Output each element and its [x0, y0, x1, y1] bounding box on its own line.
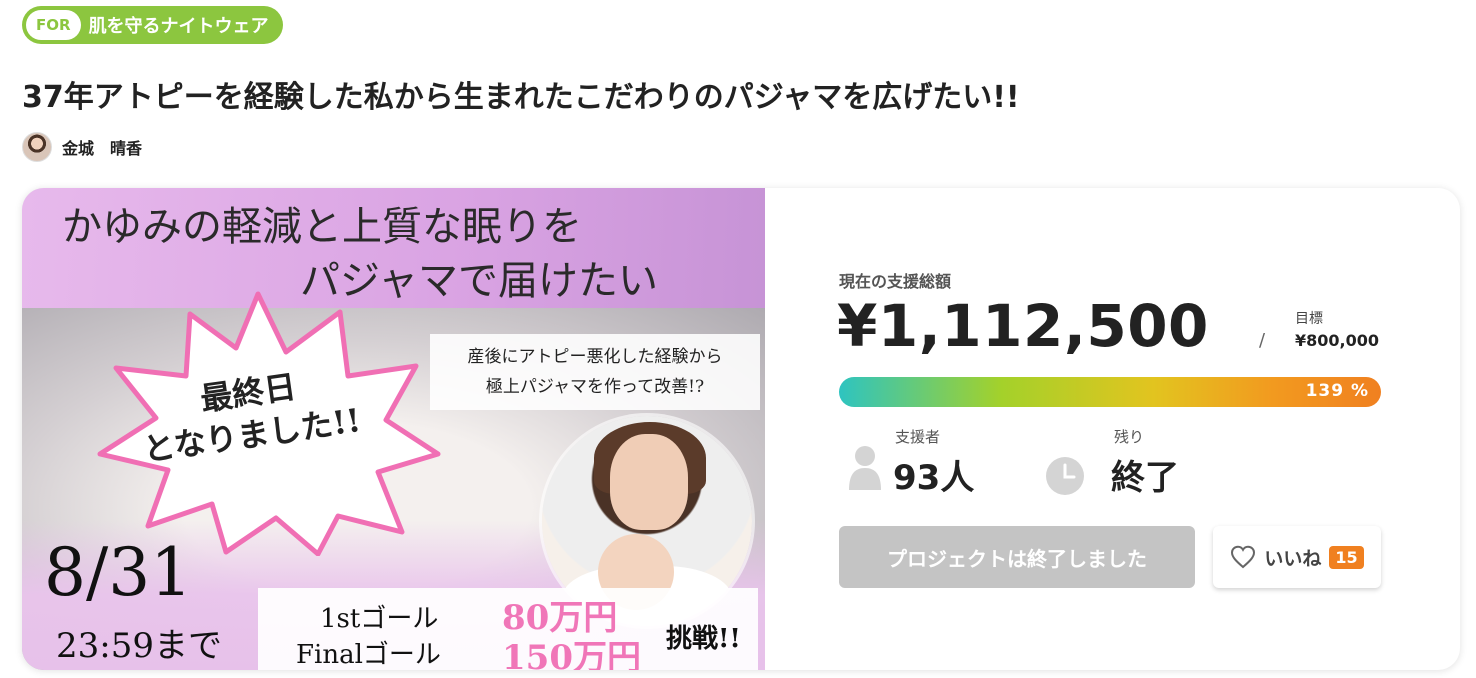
- heart-icon: [1231, 545, 1256, 569]
- owner-link[interactable]: 金城 晴香: [22, 132, 142, 162]
- remaining-label: 残り: [1114, 428, 1145, 446]
- category-label: 肌を守るナイトウェア: [88, 16, 269, 37]
- for-badge: FOR: [26, 10, 81, 40]
- person-icon: [849, 446, 881, 490]
- project-ended-button[interactable]: プロジェクトは終了しました: [839, 526, 1195, 588]
- project-title: 37年アトピーを経験した私から生まれたこだわりのパジャマを広げたい!!: [22, 80, 1020, 115]
- supporters-label: 支援者: [895, 428, 941, 446]
- clock-icon: [1046, 457, 1084, 495]
- hero-time: 23:59まで: [56, 626, 222, 666]
- hero-headline-1: かゆみの軽減と上質な眠りを: [62, 204, 582, 250]
- project-card: かゆみの軽減と上質な眠りを パジャマで届けたい 最終日 となりました!! 産後に…: [22, 188, 1460, 670]
- remaining-value: 終了: [1111, 458, 1179, 498]
- goal-amount: ¥800,000: [1295, 331, 1380, 350]
- goal-2-label: Finalゴール: [296, 640, 441, 670]
- like-label: いいね: [1264, 547, 1322, 570]
- photo-face: [610, 434, 688, 530]
- info-line-2: 極上パジャマを作って改善!?: [485, 377, 705, 397]
- progress-bar: 139 %: [839, 377, 1381, 407]
- challenge-text: 挑戦!!: [666, 624, 741, 654]
- current-amount: ¥1,112,500: [837, 292, 1209, 360]
- hero-date: 8/31: [44, 534, 193, 611]
- hero-image: かゆみの軽減と上質な眠りを パジャマで届けたい 最終日 となりました!! 産後に…: [22, 188, 765, 670]
- category-tag[interactable]: FOR 肌を守るナイトウェア: [22, 6, 283, 44]
- goal-2-value: 150万円: [502, 638, 641, 670]
- goal-1-label: 1stゴール: [320, 604, 439, 634]
- supporters-count: 93人: [893, 458, 975, 498]
- amount-separator: /: [1259, 330, 1266, 351]
- progress-percent: 139 %: [1305, 381, 1369, 401]
- goal-box: 1stゴール 80万円 Finalゴール 150万円 挑戦!!: [258, 588, 758, 670]
- like-button[interactable]: いいね 15: [1213, 526, 1381, 588]
- goal-label: 目標: [1295, 311, 1323, 327]
- info-line-1: 産後にアトピー悪化した経験から: [467, 347, 723, 367]
- hero-info-box: 産後にアトピー悪化した経験から 極上パジャマを作って改善!?: [430, 334, 760, 410]
- current-amount-label: 現在の支援総額: [839, 272, 952, 291]
- owner-name: 金城 晴香: [62, 139, 143, 158]
- like-count: 15: [1329, 545, 1364, 569]
- owner-avatar: [22, 132, 52, 162]
- funding-stats: 現在の支援総額 ¥1,112,500 / 目標 ¥800,000 139 % 支…: [765, 188, 1460, 670]
